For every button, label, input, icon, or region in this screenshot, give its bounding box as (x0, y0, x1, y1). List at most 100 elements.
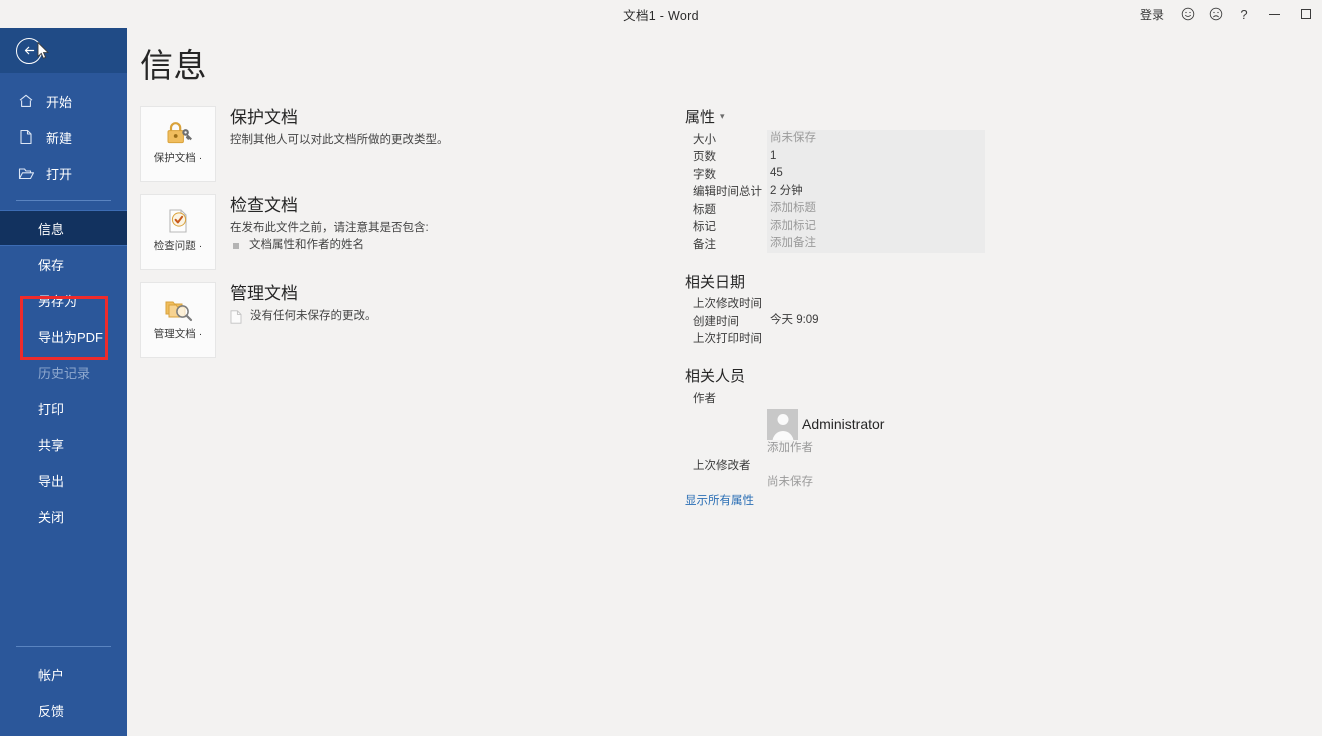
sidebar-item-options[interactable]: 选项 (0, 728, 127, 736)
related-dates-heading: 相关日期 (685, 273, 746, 291)
backstage-content: 信息 保护文档 · 保护文档 控制其他人可以对此文档所做的更改类型。 检查问题 … (127, 28, 1322, 736)
home-icon (16, 91, 36, 111)
date-label: 创建时间 (693, 315, 739, 328)
user-avatar-icon (767, 408, 798, 440)
sidebar-item-label: 反馈 (38, 703, 65, 719)
sidebar-item-label: 新建 (46, 130, 73, 146)
sidebar-item-save-as[interactable]: 另存为 (0, 282, 127, 318)
property-label: 标记 (693, 221, 716, 234)
sidebar-item-label: 信息 (38, 221, 65, 237)
add-author-field[interactable]: 添加作者 (685, 440, 985, 457)
property-value[interactable]: 45 (767, 165, 985, 183)
window-title: 文档1 - Word (623, 8, 699, 23)
chevron-down-icon: ▾ (720, 111, 725, 121)
manage-document-button[interactable]: 管理文档 · (140, 282, 216, 358)
minimize-button[interactable] (1258, 0, 1290, 28)
property-label: 字数 (693, 168, 716, 181)
mouse-cursor-icon (37, 42, 49, 59)
related-people-heading: 相关人员 (685, 368, 746, 385)
sidebar-item-close[interactable]: 关闭 (0, 498, 127, 534)
sidebar-item-label: 导出为PDF (38, 329, 104, 345)
property-value[interactable]: 添加标记 (767, 217, 985, 235)
sidebar-nav: 开始 新建 打开 信息 保存 另存为 导出为PDF 历史记录 打印 共享 导出 … (0, 73, 127, 736)
sidebar-item-export[interactable]: 导出 (0, 462, 127, 498)
sidebar-divider-top (16, 200, 111, 201)
sidebar-item-label: 另存为 (38, 293, 78, 309)
properties-heading-label: 属性 (685, 109, 716, 126)
protect-document-card: 保护文档 · 保护文档 控制其他人可以对此文档所做的更改类型。 (140, 106, 680, 182)
property-label: 编辑时间总计 (693, 186, 762, 199)
lock-key-icon (161, 116, 195, 150)
date-value[interactable]: 今天 9:09 (767, 312, 985, 330)
last-modified-by-row: 上次修改者 (685, 457, 985, 475)
property-row-edit-time: 编辑时间总计 2 分钟 (685, 182, 985, 200)
card-note-text: 没有任何未保存的更改。 (250, 310, 377, 322)
property-value[interactable]: 添加备注 (767, 235, 985, 253)
sidebar-item-save[interactable]: 保存 (0, 246, 127, 282)
sidebar-item-home[interactable]: 开始 (0, 83, 127, 119)
show-all-properties-link[interactable]: 显示所有属性 (685, 495, 754, 507)
author-label: 作者 (693, 392, 716, 405)
properties-heading[interactable]: 属性 ▾ (685, 106, 985, 127)
smiley-face-icon[interactable] (1174, 0, 1202, 28)
property-row-pages: 页数 1 (685, 147, 985, 165)
property-value[interactable]: 添加标题 (767, 200, 985, 218)
sidebar-item-open[interactable]: 打开 (0, 155, 127, 191)
backstage-sidebar: 开始 新建 打开 信息 保存 另存为 导出为PDF 历史记录 打印 共享 导出 … (0, 28, 127, 736)
page-title: 信息 (140, 47, 207, 84)
property-value[interactable]: 尚未保存 (767, 130, 985, 148)
folder-search-icon (161, 292, 195, 326)
sidebar-item-history: 历史记录 (0, 354, 127, 390)
sidebar-item-label: 帐户 (38, 667, 65, 683)
card-note: 没有任何未保存的更改。 (230, 308, 377, 325)
sidebar-item-share[interactable]: 共享 (0, 426, 127, 462)
open-folder-icon (16, 163, 36, 183)
card-heading: 管理文档 (230, 284, 298, 303)
protect-document-body: 保护文档 控制其他人可以对此文档所做的更改类型。 (216, 106, 449, 182)
property-row-comments: 备注 添加备注 (685, 235, 985, 253)
property-label: 页数 (693, 151, 716, 164)
new-document-icon (16, 127, 36, 147)
title-bar-controls: 登录 ? (1130, 0, 1322, 28)
back-button[interactable] (0, 28, 127, 73)
sidebar-item-feedback[interactable]: 反馈 (0, 692, 127, 728)
last-modified-by-value: 尚未保存 (767, 476, 813, 488)
date-value[interactable] (767, 295, 985, 313)
card-description: 在发布此文件之前，请注意其是否包含: (230, 222, 429, 234)
protect-document-button[interactable]: 保护文档 · (140, 106, 216, 182)
sidebar-item-account[interactable]: 帐户 (0, 656, 127, 692)
date-label: 上次打印时间 (693, 333, 762, 346)
property-label: 标题 (693, 203, 716, 216)
author-name: Administrator (802, 416, 885, 432)
card-bullet: 文档属性和作者的姓名 (230, 237, 429, 254)
last-modified-by-label: 上次修改者 (693, 460, 751, 473)
sidebar-divider-bottom (16, 646, 111, 647)
restore-button[interactable] (1290, 0, 1322, 28)
card-heading: 保护文档 (230, 108, 298, 127)
sidebar-item-label: 打开 (46, 166, 73, 182)
manage-document-body: 管理文档 没有任何未保存的更改。 (216, 282, 377, 358)
sidebar-item-export-pdf[interactable]: 导出为PDF (0, 318, 127, 354)
date-row-created: 创建时间 今天 9:09 (685, 312, 985, 330)
property-value[interactable]: 2 分钟 (767, 182, 985, 200)
title-bar: 文档1 - Word 登录 ? (0, 0, 1322, 28)
sidebar-item-label: 打印 (38, 401, 65, 417)
property-row-tags: 标记 添加标记 (685, 217, 985, 235)
sign-in-button[interactable]: 登录 (1130, 0, 1174, 28)
inspect-document-card: 检查问题 · 检查文档 在发布此文件之前，请注意其是否包含: 文档属性和作者的姓… (140, 194, 680, 270)
check-issues-button[interactable]: 检查问题 · (140, 194, 216, 270)
date-label: 上次修改时间 (693, 298, 762, 311)
property-value[interactable]: 1 (767, 147, 985, 165)
sidebar-item-info[interactable]: 信息 (0, 210, 127, 246)
date-value[interactable] (767, 330, 985, 348)
author-entry[interactable]: Administrator (685, 408, 985, 440)
sidebar-item-print[interactable]: 打印 (0, 390, 127, 426)
word-backstage-window: 文档1 - Word 登录 ? 开始 新建 打开 信息 保存 另存为 导出为PD… (0, 0, 1322, 736)
help-button[interactable]: ? (1230, 0, 1258, 28)
properties-panel: 属性 ▾ 大小 尚未保存 页数 1 字数 45 编辑时间总计 2 分钟 标题 添… (685, 106, 985, 509)
info-cards: 保护文档 · 保护文档 控制其他人可以对此文档所做的更改类型。 检查问题 · 检… (140, 106, 680, 370)
frowning-face-icon[interactable] (1202, 0, 1230, 28)
sidebar-item-new[interactable]: 新建 (0, 119, 127, 155)
sidebar-item-label: 历史记录 (38, 365, 91, 381)
